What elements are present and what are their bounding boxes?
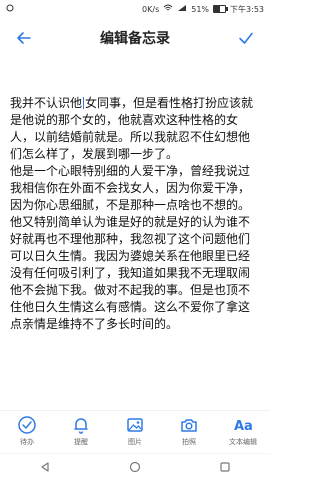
note-text-before-caret: 我并不认识他 <box>10 96 83 110</box>
image-button[interactable]: 图片 <box>115 415 155 447</box>
camera-icon <box>181 419 197 432</box>
camera-label: 拍照 <box>182 438 196 446</box>
bell-icon <box>74 418 88 434</box>
text-format-icon: Aa <box>234 419 253 434</box>
page-title: 编辑备忘录 <box>100 31 170 47</box>
wifi-icon <box>163 4 173 14</box>
battery-percent: 51% <box>191 4 210 14</box>
reminder-button[interactable]: 提醒 <box>61 415 101 447</box>
battery-icon <box>213 5 229 13</box>
svg-text:Aa: Aa <box>234 419 253 434</box>
circle-home-icon <box>129 461 141 472</box>
save-button[interactable] <box>232 24 260 52</box>
todo-button[interactable]: 待办 <box>7 415 47 447</box>
network-speed: 0K/s <box>142 4 160 14</box>
signal-icon <box>177 4 187 14</box>
nav-recents-button[interactable] <box>219 458 231 477</box>
system-nav-bar <box>0 453 270 480</box>
image-label: 图片 <box>128 438 142 446</box>
clock: 下午3:53 <box>230 4 264 14</box>
status-bar: 0K/s 51% 下午3:53 <box>0 0 270 18</box>
editor-toolbar: 待办 提醒 图片 拍照 Aa 文本编辑 <box>0 410 270 454</box>
notification-icon <box>6 4 14 14</box>
note-paragraph-2: 他是一个心眼特别细的人爱干净，曾经我说过我相信你在外面不会找女人，因为你爱干净，… <box>10 164 251 212</box>
check-circle-icon <box>18 416 36 434</box>
image-icon <box>127 418 143 432</box>
check-icon <box>239 32 253 44</box>
nav-home-button[interactable] <box>129 458 141 477</box>
status-right: 0K/s 51% 下午3:53 <box>142 4 264 15</box>
status-left <box>6 4 14 14</box>
nav-back-button[interactable] <box>39 458 51 477</box>
text-caret <box>83 97 85 109</box>
camera-button[interactable]: 拍照 <box>169 415 209 447</box>
reminder-label: 提醒 <box>74 438 88 446</box>
app-bar: 编辑备忘录 <box>0 18 270 58</box>
text-format-button[interactable]: Aa 文本编辑 <box>223 415 263 447</box>
back-arrow-icon <box>17 32 31 44</box>
todo-label: 待办 <box>20 438 34 446</box>
text-format-label: 文本编辑 <box>229 438 257 446</box>
note-paragraph-3: 他又特别简单认为谁是好的就是好的认为谁不好就再也不理他那种，我忽视了这个问题他们… <box>10 215 251 331</box>
triangle-back-icon <box>41 461 49 472</box>
note-paragraph-1: 我并不认识他 女同事，但是看性格打扮应该就是他说的那个女的，他就喜欢这种性格的女人… <box>10 95 260 163</box>
back-button[interactable] <box>10 24 38 52</box>
square-recents-icon <box>220 461 230 472</box>
note-editor[interactable]: 我并不认识他 女同事，但是看性格打扮应该就是他说的那个女的，他就喜欢这种性格的女人… <box>10 95 260 385</box>
